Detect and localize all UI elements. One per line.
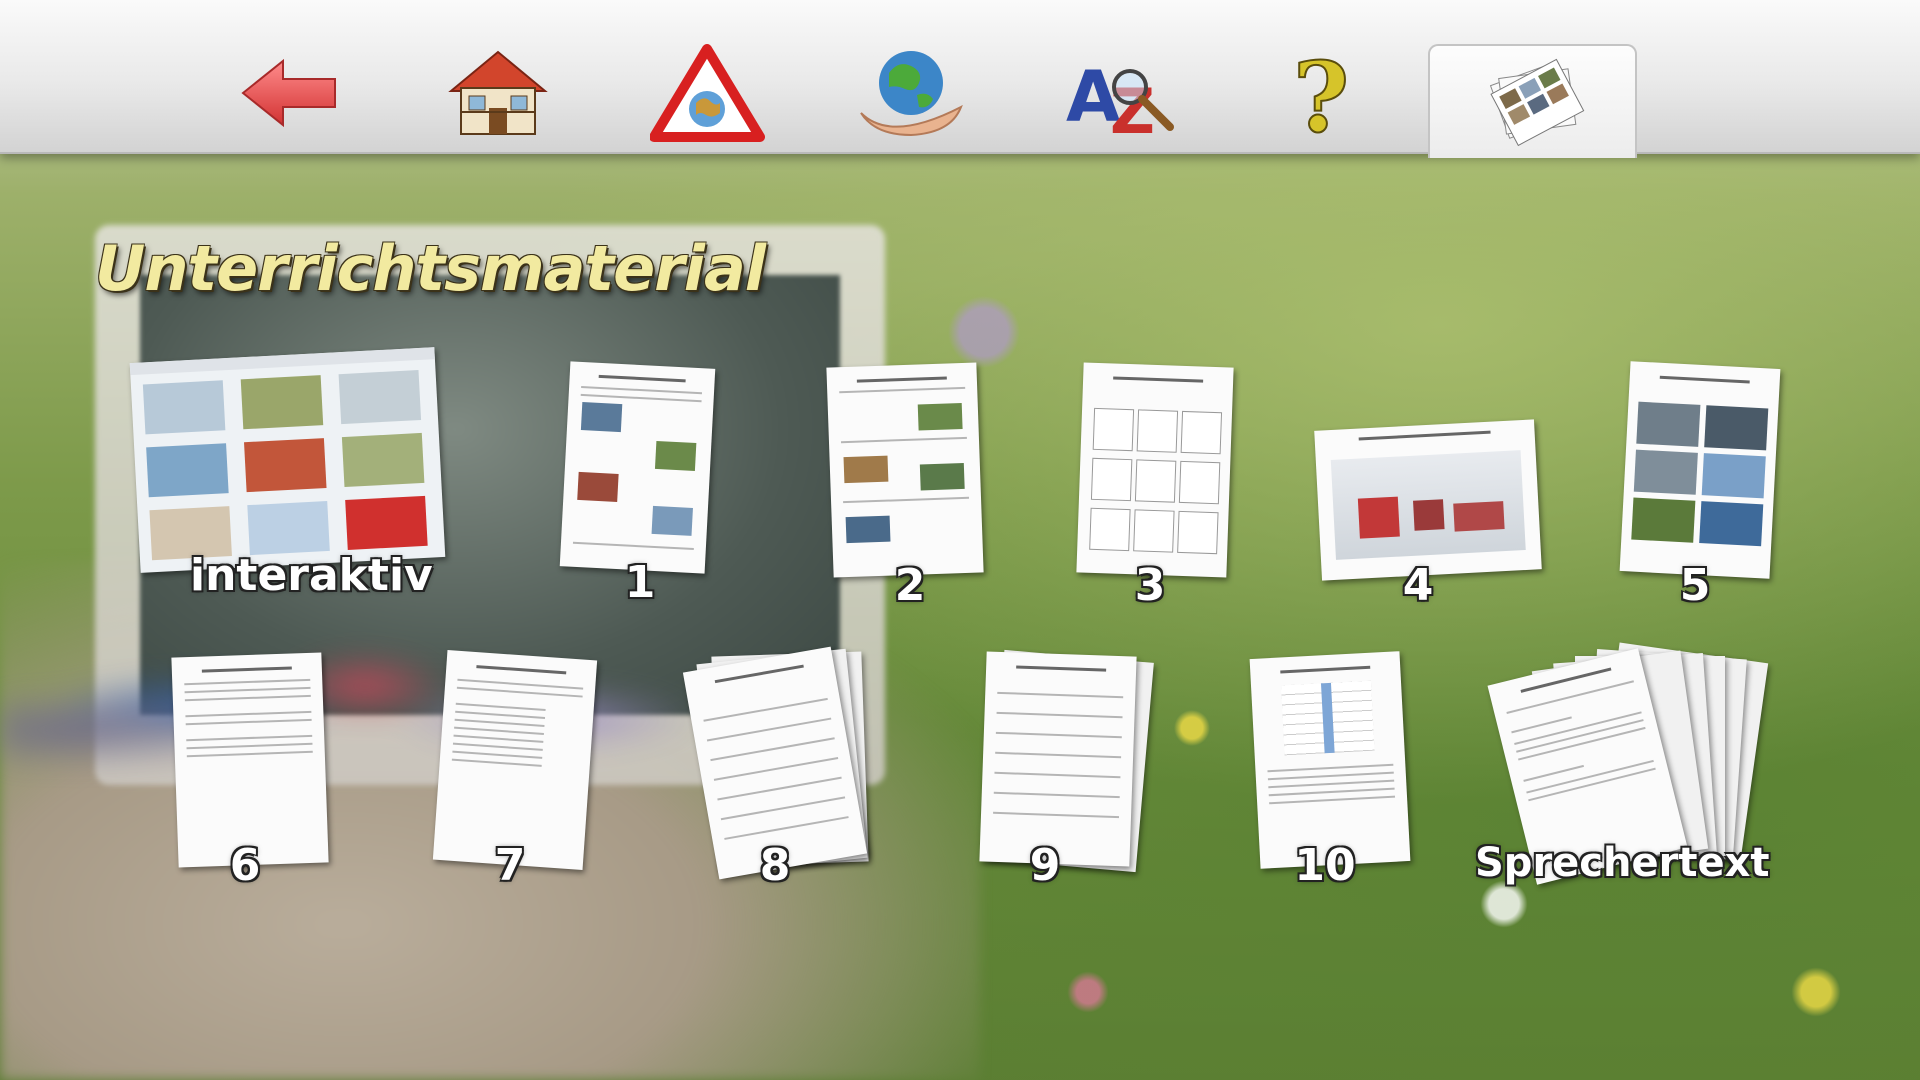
worksheet-thumbnail	[826, 362, 984, 578]
materials-tab-active[interactable]	[1428, 44, 1637, 158]
material-card-8[interactable]: 8	[682, 646, 895, 895]
warning-button[interactable]	[642, 38, 772, 148]
material-card-9[interactable]: 9	[975, 649, 1175, 895]
material-label: 4	[1402, 560, 1434, 611]
material-label: 10	[1294, 840, 1356, 891]
worksheet-thumbnail	[171, 652, 329, 868]
globe-in-hands-icon	[859, 51, 963, 137]
material-label: interaktiv	[190, 550, 433, 601]
material-card-6[interactable]: 6	[171, 652, 355, 895]
a-z-magnifier-icon: A Z	[1066, 56, 1174, 143]
home-button[interactable]	[433, 38, 563, 148]
photo-stack-icon	[1489, 58, 1584, 147]
warning-globe-icon	[649, 44, 765, 142]
material-label: 8	[759, 840, 791, 891]
material-label: 5	[1679, 560, 1711, 611]
glossary-button[interactable]: A Z	[1055, 38, 1185, 148]
help-button[interactable]: ?	[1258, 38, 1388, 148]
material-card-5[interactable]: 5	[1619, 361, 1805, 615]
material-card-10[interactable]: 10	[1249, 651, 1430, 895]
house-icon	[448, 50, 548, 135]
material-card-7[interactable]: 7	[430, 650, 610, 895]
interactive-thumbnail	[129, 347, 446, 573]
worksheet-thumbnail	[1076, 362, 1234, 578]
material-card-interaktiv[interactable]: interaktiv	[129, 347, 455, 605]
material-card-sprechertext[interactable]: Sprechertext	[1465, 642, 1770, 900]
material-card-2[interactable]: 2	[825, 362, 1005, 615]
diagram-thumbnail	[1314, 419, 1542, 581]
material-label: Sprechertext	[1475, 840, 1770, 886]
material-card-1[interactable]: 1	[555, 361, 735, 615]
material-label: 3	[1134, 560, 1166, 611]
material-label: 9	[1029, 840, 1061, 891]
worksheet-thumbnail	[979, 651, 1137, 867]
flower-field	[880, 200, 1920, 1080]
material-label: 1	[624, 557, 656, 608]
top-toolbar: A Z ?	[0, 0, 1920, 158]
back-button[interactable]	[225, 38, 355, 148]
crossword-thumbnail	[1249, 651, 1411, 869]
trash-bags	[0, 620, 760, 840]
environment-button[interactable]	[845, 38, 975, 148]
question-mark-icon: ?	[1292, 43, 1350, 143]
material-label: 6	[229, 840, 261, 891]
page-title: Unterrichtsmaterial	[95, 232, 766, 305]
photo-worksheet-thumbnail	[1619, 361, 1781, 579]
back-arrow-icon	[241, 58, 336, 128]
material-label: 2	[894, 560, 926, 611]
worksheet-thumbnail	[559, 361, 716, 574]
checklist-thumbnail	[432, 650, 598, 870]
material-card-4[interactable]: 4	[1314, 419, 1548, 615]
material-card-3[interactable]: 3	[1076, 362, 1260, 615]
svg-text:?: ?	[1293, 43, 1349, 143]
material-label: 7	[494, 840, 526, 891]
